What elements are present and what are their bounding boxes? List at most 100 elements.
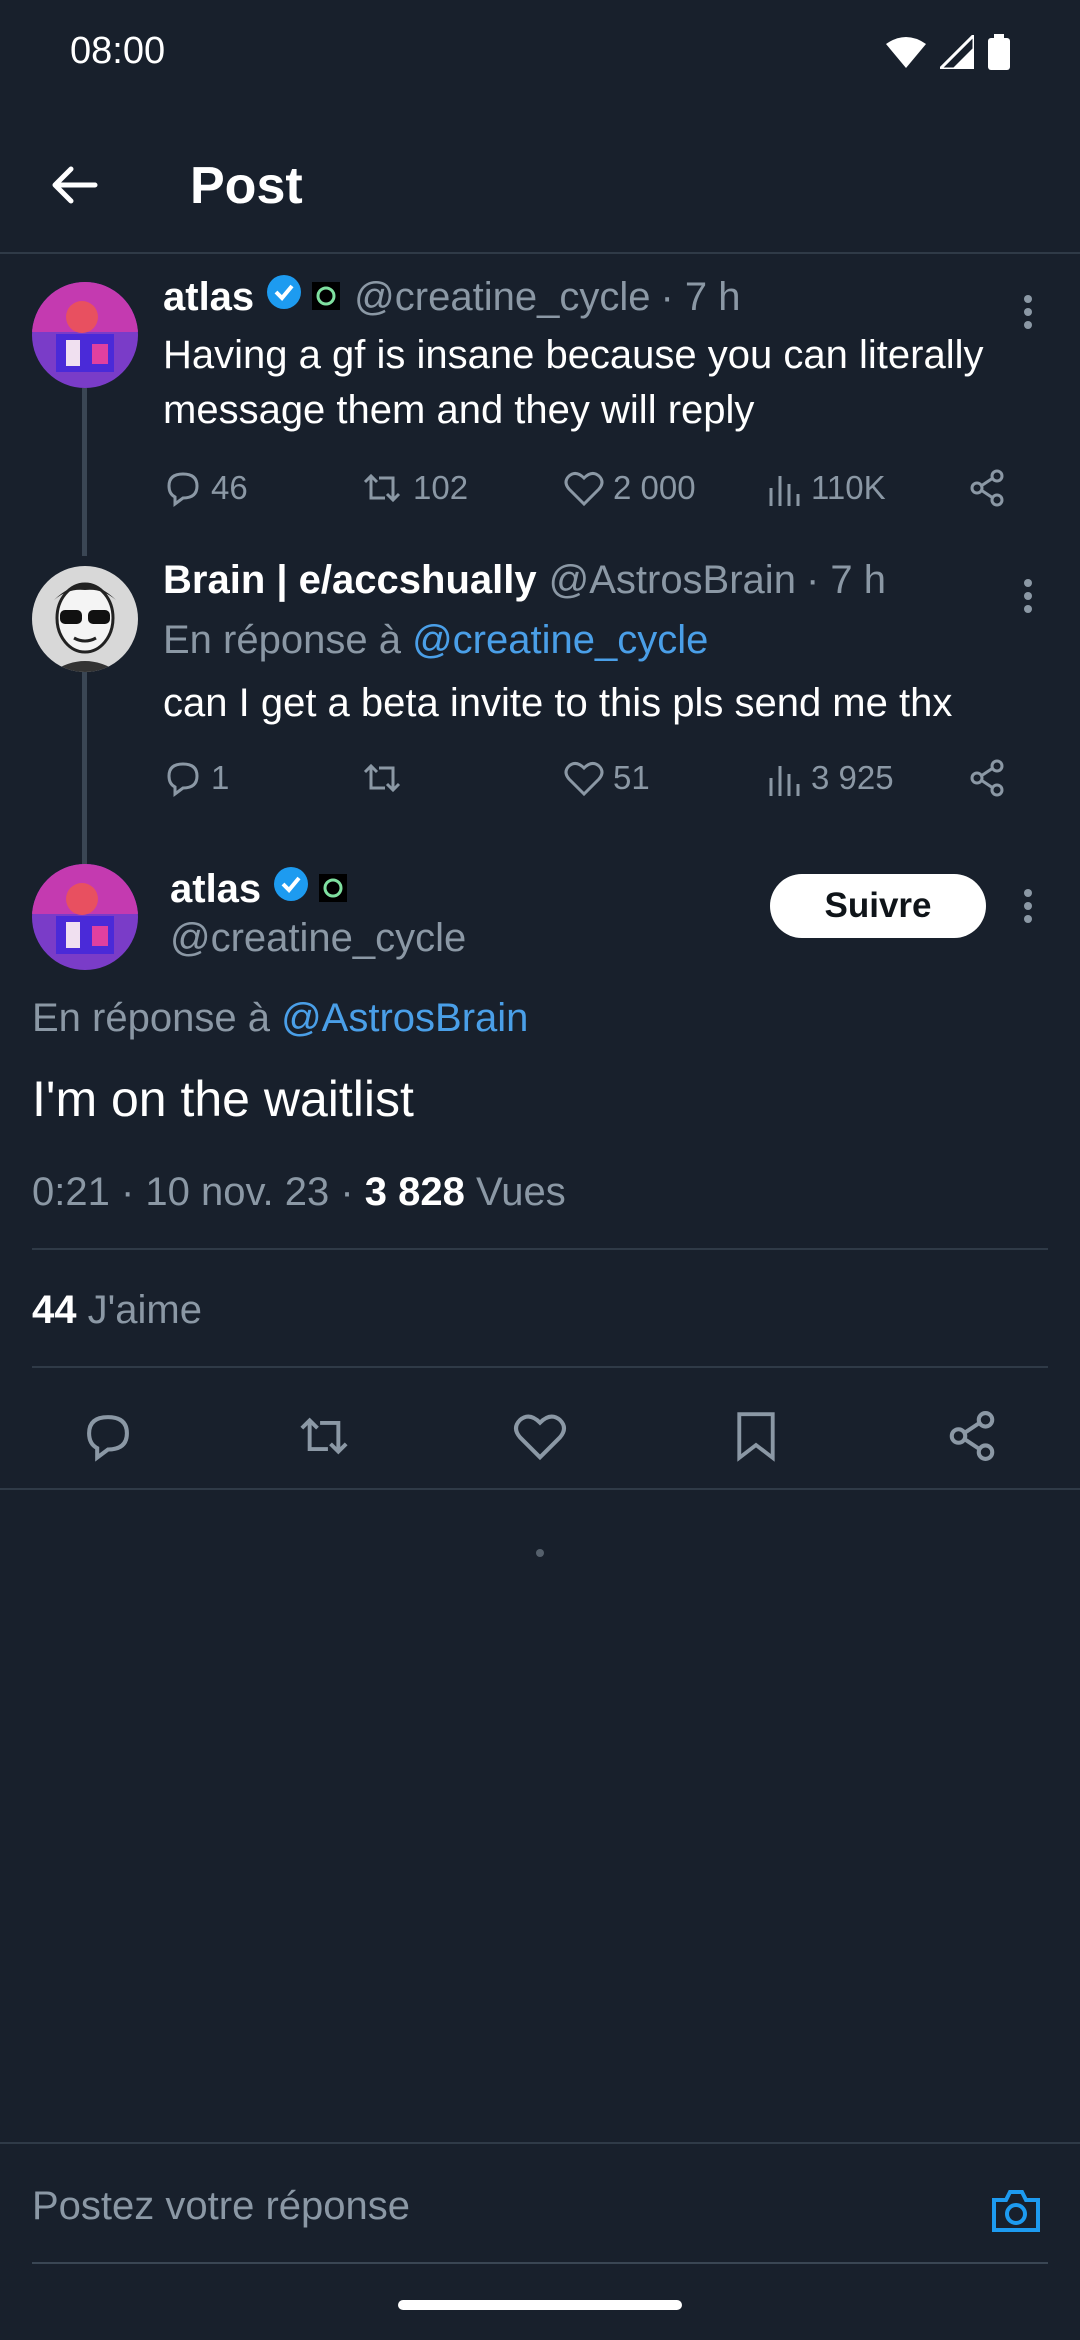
retweet-icon [300, 1417, 348, 1455]
avatar[interactable] [32, 864, 138, 970]
follow-button[interactable]: Suivre [770, 874, 986, 938]
home-indicator[interactable] [398, 2300, 682, 2310]
author-handle[interactable]: @AstrosBrain [549, 558, 796, 603]
arrow-left-icon [52, 166, 98, 204]
more-vertical-icon [1024, 579, 1032, 613]
avatar[interactable] [32, 282, 138, 388]
reply-composer: Postez votre réponse [0, 2142, 1080, 2340]
heart-icon [564, 761, 604, 797]
signal-icon [940, 35, 974, 69]
main-author-name-row: atlas [170, 866, 348, 912]
thread-tweet[interactable]: atlas @creatine_cycle · 7 h Having a gf … [0, 254, 1080, 544]
analytics-icon [769, 766, 800, 796]
view-count: 3 925 [811, 759, 894, 796]
status-time: 08:00 [70, 30, 166, 72]
tweet-meta: 0:21 · 10 nov. 23 · 3 828 Vues [32, 1170, 566, 1215]
tweet-text: Having a gf is insane because you can li… [163, 333, 984, 432]
reply-input[interactable]: Postez votre réponse [32, 2184, 410, 2229]
share-button[interactable] [942, 1406, 1002, 1466]
retweet-icon [363, 473, 401, 503]
verified-badge-icon [266, 274, 302, 320]
reply-context: En réponse à @AstrosBrain [32, 996, 528, 1041]
bookmark-icon [737, 1412, 775, 1462]
share-button[interactable] [967, 758, 1007, 798]
views-label: Vues [464, 1170, 566, 1214]
tweet-header: atlas @creatine_cycle · 7 h [163, 274, 741, 320]
reply-icon [87, 1415, 129, 1462]
avatar[interactable] [32, 566, 138, 672]
heart-icon [564, 471, 604, 507]
likes-summary[interactable]: 44 J'aime [32, 1288, 202, 1333]
thread-tweet[interactable]: Brain | e/accshually @AstrosBrain · 7 h … [0, 544, 1080, 834]
back-button[interactable] [40, 150, 110, 220]
wifi-icon [886, 37, 926, 68]
reply-icon [167, 472, 199, 507]
views-button[interactable]: 3 925 [767, 758, 967, 798]
retweet-button[interactable] [294, 1406, 354, 1466]
page-title: Post [190, 157, 303, 215]
like-button[interactable]: 51 [563, 758, 767, 798]
retweet-icon [363, 763, 401, 793]
share-icon [949, 1411, 995, 1461]
reply-context: En réponse à @creatine_cycle [163, 618, 708, 663]
tweet-time: · 7 h [660, 274, 741, 319]
more-vertical-icon [1024, 889, 1032, 923]
retweet-button[interactable]: 102 [359, 468, 563, 508]
affiliate-badge-icon [319, 867, 348, 912]
reply-prefix: En réponse à [163, 618, 401, 662]
more-options-button[interactable] [1008, 568, 1048, 624]
share-icon [970, 759, 1004, 797]
views-button[interactable]: 110K [767, 468, 967, 508]
tweet-actions: 46 102 2 000 110K [163, 460, 1048, 516]
reply-count: 46 [211, 469, 248, 506]
like-button[interactable] [510, 1406, 570, 1466]
camera-button[interactable] [990, 2188, 1042, 2239]
input-underline [32, 2262, 1048, 2264]
divider [32, 1366, 1048, 1368]
main-tweet-text: I'm on the waitlist [32, 1071, 414, 1127]
top-app-bar: Post [0, 110, 1080, 254]
author-handle[interactable]: @creatine_cycle [170, 916, 466, 961]
verified-badge-icon [273, 866, 309, 912]
tweet-header: Brain | e/accshually @AstrosBrain · 7 h [163, 558, 886, 603]
author-name[interactable]: atlas [170, 867, 261, 912]
reply-button[interactable] [78, 1406, 138, 1466]
more-vertical-icon [1024, 295, 1032, 329]
camera-icon [992, 2190, 1040, 2232]
like-count: 2 000 [613, 469, 696, 506]
more-options-button[interactable] [1008, 878, 1048, 934]
author-name[interactable]: Brain | e/accshually [163, 558, 537, 603]
author-name[interactable]: atlas [163, 275, 254, 320]
status-icons [886, 34, 1010, 70]
reply-prefix: En réponse à [32, 996, 270, 1040]
divider [32, 1248, 1048, 1250]
tweet-time: · 7 h [805, 558, 886, 602]
retweet-button[interactable] [359, 758, 563, 798]
heart-icon [514, 1414, 566, 1461]
view-count: 3 828 [364, 1170, 465, 1214]
reply-icon [167, 762, 199, 797]
tweet-actions: 1 51 3 925 [163, 750, 1048, 806]
like-button[interactable]: 2 000 [563, 468, 767, 508]
like-count: 51 [613, 759, 650, 796]
reply-count: 1 [211, 759, 230, 796]
share-icon [970, 469, 1004, 507]
author-handle[interactable]: @creatine_cycle [354, 275, 650, 320]
bookmark-button[interactable] [726, 1406, 786, 1466]
likes-count: 44 [32, 1288, 77, 1332]
retweet-count: 102 [413, 469, 469, 506]
reply-button[interactable]: 46 [163, 468, 359, 508]
likes-label: J'aime [76, 1288, 202, 1332]
reply-to-link[interactable]: @creatine_cycle [412, 618, 708, 662]
view-count: 110K [811, 469, 886, 506]
affiliate-badge-icon [312, 275, 341, 320]
battery-icon [988, 34, 1010, 70]
reply-to-link[interactable]: @AstrosBrain [281, 996, 528, 1040]
share-button[interactable] [967, 468, 1007, 508]
analytics-icon [769, 476, 800, 506]
reply-button[interactable]: 1 [163, 758, 359, 798]
loading-indicator [536, 1549, 544, 1557]
tweet-timestamp: 0:21 · 10 nov. 23 · [32, 1170, 365, 1214]
tweet-text: can I get a beta invite to this pls send… [163, 681, 953, 725]
main-tweet-actions [0, 1380, 1080, 1490]
